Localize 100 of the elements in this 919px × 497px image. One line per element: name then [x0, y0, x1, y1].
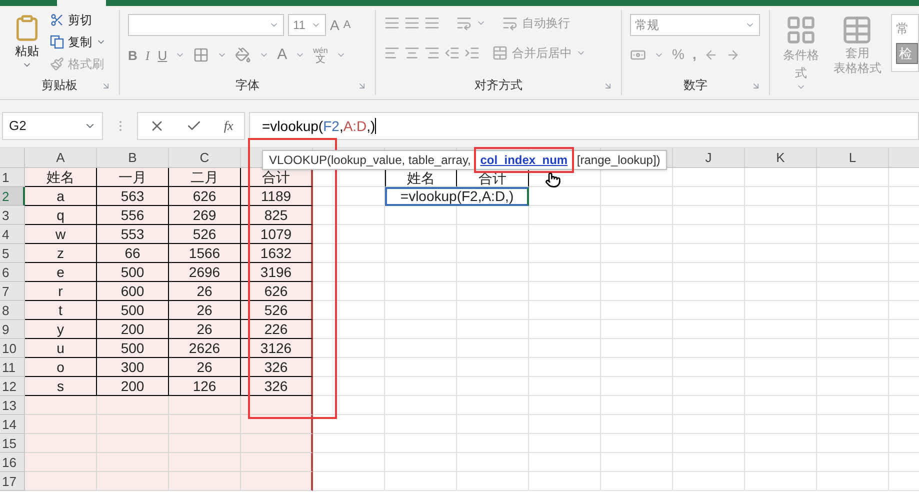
row-header[interactable]: 16 [0, 453, 25, 472]
clipboard-item[interactable]: 剪切 [50, 10, 106, 30]
table-cell: 553 [97, 225, 169, 244]
dialog-launcher-icon[interactable] [751, 81, 761, 91]
dialog-launcher-icon[interactable] [603, 81, 613, 91]
grid-cell[interactable] [241, 453, 313, 472]
wrap-icon [502, 15, 518, 31]
insert-function-button[interactable]: fx [224, 116, 234, 136]
table-cell: 66 [97, 244, 169, 263]
table-cell: 3196 [241, 263, 313, 282]
orientation-icon[interactable] [456, 15, 472, 31]
table-cell: 一月 [97, 168, 169, 187]
table-cell: 126 [169, 377, 241, 396]
copy-icon [50, 35, 64, 49]
table-cell: 556 [97, 206, 169, 225]
table-cell: 1566 [169, 244, 241, 263]
table-cell: y [25, 320, 97, 339]
border-icon[interactable] [193, 47, 210, 64]
grid-cell[interactable] [241, 472, 313, 491]
table-cell: 2696 [169, 263, 241, 282]
dialog-launcher-icon[interactable] [357, 81, 367, 91]
align-bottom-icon[interactable] [424, 15, 440, 31]
table-cell: 563 [97, 187, 169, 206]
row-header[interactable]: 11 [0, 358, 25, 377]
table-cell: u [25, 339, 97, 358]
dialog-launcher-icon[interactable] [101, 81, 111, 91]
row-header[interactable]: 7 [0, 282, 25, 301]
hand-cursor-icon [545, 172, 561, 188]
row-header[interactable]: 12 [0, 377, 25, 396]
increase-decimal-icon[interactable] [704, 48, 718, 62]
table-cell: 500 [97, 301, 169, 320]
table-cell: 1079 [241, 225, 313, 244]
row-header[interactable]: 10 [0, 339, 25, 358]
formula-input[interactable]: =vlookup(F2,A:D,) [249, 112, 919, 140]
table-cell: 626 [169, 187, 241, 206]
row-header[interactable]: 15 [0, 434, 25, 453]
table-cell: 26 [169, 282, 241, 301]
table-cell: 600 [97, 282, 169, 301]
font-size-field[interactable]: 11 [288, 14, 326, 36]
grid-cell[interactable] [241, 434, 313, 453]
row-header[interactable]: 1 [0, 168, 25, 187]
conditional-format-icon [784, 14, 817, 46]
table-cell: 姓名 [25, 168, 97, 187]
ribbon-tab[interactable] [57, 0, 106, 6]
align-top-icon[interactable] [384, 15, 400, 31]
drag-handle-icon[interactable] [118, 120, 122, 132]
row-header[interactable]: 9 [0, 320, 25, 339]
row-header[interactable]: 6 [0, 263, 25, 282]
font-name-field[interactable] [128, 14, 284, 36]
paste-button[interactable]: 粘贴 [8, 10, 46, 75]
align-middle-icon[interactable] [404, 15, 420, 31]
paintbrush-icon [50, 57, 64, 71]
row-header[interactable]: 13 [0, 396, 25, 415]
table-cell: 2626 [169, 339, 241, 358]
table-cell: 二月 [169, 168, 241, 187]
row-header[interactable]: 5 [0, 244, 25, 263]
table-cell: 26 [169, 358, 241, 377]
align-left-icon[interactable] [384, 45, 400, 61]
table-cell: 526 [241, 301, 313, 320]
clipboard-item[interactable]: 复制 [50, 32, 106, 52]
group-label: 数字 [684, 77, 708, 94]
row-header[interactable]: 14 [0, 415, 25, 434]
table-cell: 326 [241, 377, 313, 396]
grid-cell[interactable] [241, 415, 313, 434]
editing-cell[interactable]: =vlookup(F2,A:D,) [385, 187, 529, 206]
table-cell: 200 [97, 377, 169, 396]
table-cell: 26 [169, 301, 241, 320]
align-center-icon[interactable] [404, 45, 420, 61]
number-format-field[interactable]: 常规 [630, 14, 760, 36]
table-cell: 825 [241, 206, 313, 225]
table-cell: z [25, 244, 97, 263]
text-cursor [375, 118, 376, 134]
indent-increase-icon[interactable] [464, 45, 480, 61]
table-cell: 1189 [241, 187, 313, 206]
row-header[interactable]: 17 [0, 472, 25, 491]
tooltip-text: VLOOKUP(lookup_value, table_array, col_index_num [range_lookup]) [269, 151, 660, 169]
table-cell: 326 [241, 358, 313, 377]
grid-cell[interactable] [241, 396, 313, 415]
row-header[interactable]: 4 [0, 225, 25, 244]
name-box[interactable]: G2 [2, 112, 103, 140]
table-cell: 3126 [241, 339, 313, 358]
table-cell: 1632 [241, 244, 313, 263]
row-header[interactable]: 3 [0, 206, 25, 225]
table-cell: 269 [169, 206, 241, 225]
align-right-icon[interactable] [424, 45, 440, 61]
group-label: 对齐方式 [474, 77, 522, 94]
table-cell: a [25, 187, 97, 206]
table-style-icon [841, 14, 874, 46]
indent-decrease-icon[interactable] [444, 45, 460, 61]
decrease-decimal-icon[interactable] [726, 48, 740, 62]
row-header[interactable]: 2 [0, 187, 25, 206]
argument-link[interactable]: col_index_num [480, 153, 568, 167]
row-header[interactable]: 8 [0, 301, 25, 320]
table-cell: e [25, 263, 97, 282]
table-cell: o [25, 358, 97, 377]
fill-color-icon[interactable] [235, 47, 252, 64]
table-cell: 26 [169, 320, 241, 339]
table-cell: 500 [97, 339, 169, 358]
table-cell: t [25, 301, 97, 320]
merge-icon [492, 45, 508, 61]
